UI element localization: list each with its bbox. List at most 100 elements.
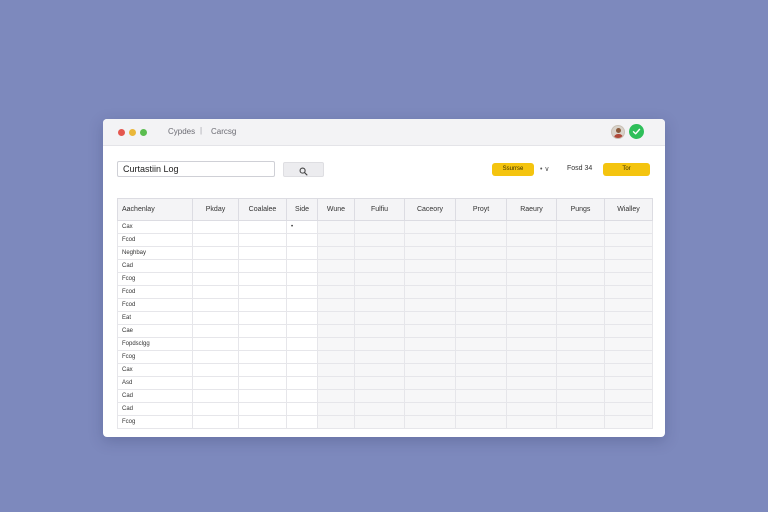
table-cell[interactable]: [238, 376, 287, 390]
table-cell[interactable]: [192, 350, 239, 364]
close-window-button[interactable]: [118, 129, 125, 136]
table-cell[interactable]: [506, 233, 557, 247]
table-cell[interactable]: Cax: [117, 220, 193, 234]
column-header[interactable]: Fulfiu: [354, 198, 405, 221]
table-row[interactable]: Fcog: [117, 272, 653, 286]
table-cell[interactable]: [455, 324, 507, 338]
table-cell[interactable]: [404, 285, 456, 299]
table-cell[interactable]: [455, 389, 507, 403]
tab-cypdes[interactable]: Cypdes: [168, 127, 195, 136]
table-row[interactable]: Asd: [117, 376, 653, 390]
table-cell[interactable]: [192, 246, 239, 260]
table-cell[interactable]: [317, 324, 355, 338]
table-cell[interactable]: [286, 233, 318, 247]
table-cell[interactable]: [604, 272, 653, 286]
table-cell[interactable]: [286, 350, 318, 364]
table-cell[interactable]: [354, 363, 405, 377]
table-cell[interactable]: [192, 402, 239, 416]
column-header[interactable]: Proyt: [455, 198, 507, 221]
table-row[interactable]: Fcod: [117, 285, 653, 299]
table-cell[interactable]: [604, 415, 653, 429]
table-cell[interactable]: [317, 311, 355, 325]
table-cell[interactable]: [192, 220, 239, 234]
table-cell[interactable]: [354, 311, 405, 325]
table-row[interactable]: Fopdsclgg: [117, 337, 653, 351]
tab-carcsg[interactable]: Carcsg: [211, 127, 236, 136]
table-cell[interactable]: [556, 233, 605, 247]
table-cell[interactable]: [354, 220, 405, 234]
table-cell[interactable]: [354, 285, 405, 299]
table-cell[interactable]: [238, 259, 287, 273]
table-cell[interactable]: [604, 402, 653, 416]
table-cell[interactable]: [604, 376, 653, 390]
table-cell[interactable]: [317, 272, 355, 286]
table-cell[interactable]: [286, 389, 318, 403]
column-header[interactable]: Pungs: [556, 198, 605, 221]
table-cell[interactable]: [404, 233, 456, 247]
table-cell[interactable]: [604, 389, 653, 403]
table-cell[interactable]: [317, 259, 355, 273]
table-cell[interactable]: [604, 233, 653, 247]
table-cell[interactable]: [354, 376, 405, 390]
column-header[interactable]: Wialley: [604, 198, 653, 221]
table-cell[interactable]: [455, 376, 507, 390]
table-row[interactable]: Eat: [117, 311, 653, 325]
table-row[interactable]: Cad: [117, 259, 653, 273]
table-cell[interactable]: [556, 376, 605, 390]
table-cell[interactable]: [404, 389, 456, 403]
table-row[interactable]: Cax •: [117, 220, 653, 234]
table-cell[interactable]: [317, 402, 355, 416]
table-cell[interactable]: Cad: [117, 389, 193, 403]
table-cell[interactable]: [404, 337, 456, 351]
table-cell[interactable]: [238, 246, 287, 260]
table-cell[interactable]: [192, 324, 239, 338]
table-cell[interactable]: •: [286, 220, 318, 234]
primary-action-button[interactable]: Ssurrse: [492, 163, 534, 176]
table-row[interactable]: Cad: [117, 402, 653, 416]
table-cell[interactable]: [404, 415, 456, 429]
table-cell[interactable]: [604, 259, 653, 273]
table-cell[interactable]: [506, 285, 557, 299]
table-cell[interactable]: [286, 324, 318, 338]
table-cell[interactable]: [455, 402, 507, 416]
table-cell[interactable]: [506, 415, 557, 429]
table-cell[interactable]: [354, 337, 405, 351]
table-cell[interactable]: Cae: [117, 324, 193, 338]
table-cell[interactable]: [404, 220, 456, 234]
table-cell[interactable]: [286, 415, 318, 429]
table-cell[interactable]: [604, 350, 653, 364]
table-row[interactable]: Cae: [117, 324, 653, 338]
table-cell[interactable]: [317, 298, 355, 312]
table-cell[interactable]: [354, 272, 405, 286]
table-row[interactable]: Cax: [117, 363, 653, 377]
table-cell[interactable]: Fcog: [117, 415, 193, 429]
table-cell[interactable]: [404, 350, 456, 364]
table-cell[interactable]: [192, 233, 239, 247]
table-cell[interactable]: [286, 363, 318, 377]
table-row[interactable]: Neghbay: [117, 246, 653, 260]
table-cell[interactable]: [192, 376, 239, 390]
table-cell[interactable]: [354, 259, 405, 273]
table-cell[interactable]: [317, 376, 355, 390]
table-cell[interactable]: [455, 233, 507, 247]
table-cell[interactable]: [604, 220, 653, 234]
table-cell[interactable]: [556, 272, 605, 286]
table-cell[interactable]: [404, 272, 456, 286]
table-row[interactable]: Fcog: [117, 350, 653, 364]
table-cell[interactable]: Cad: [117, 259, 193, 273]
table-cell[interactable]: [286, 259, 318, 273]
table-cell[interactable]: [556, 311, 605, 325]
sort-dropdown-toggle[interactable]: • ∨: [540, 165, 550, 173]
table-cell[interactable]: [506, 350, 557, 364]
table-cell[interactable]: [238, 324, 287, 338]
table-cell[interactable]: [192, 272, 239, 286]
search-button[interactable]: [283, 162, 324, 177]
table-cell[interactable]: [354, 415, 405, 429]
column-header[interactable]: Wune: [317, 198, 355, 221]
table-cell[interactable]: [455, 337, 507, 351]
table-cell[interactable]: [404, 363, 456, 377]
table-cell[interactable]: [317, 350, 355, 364]
table-cell[interactable]: [404, 324, 456, 338]
table-cell[interactable]: [455, 298, 507, 312]
column-header[interactable]: Raeury: [506, 198, 557, 221]
